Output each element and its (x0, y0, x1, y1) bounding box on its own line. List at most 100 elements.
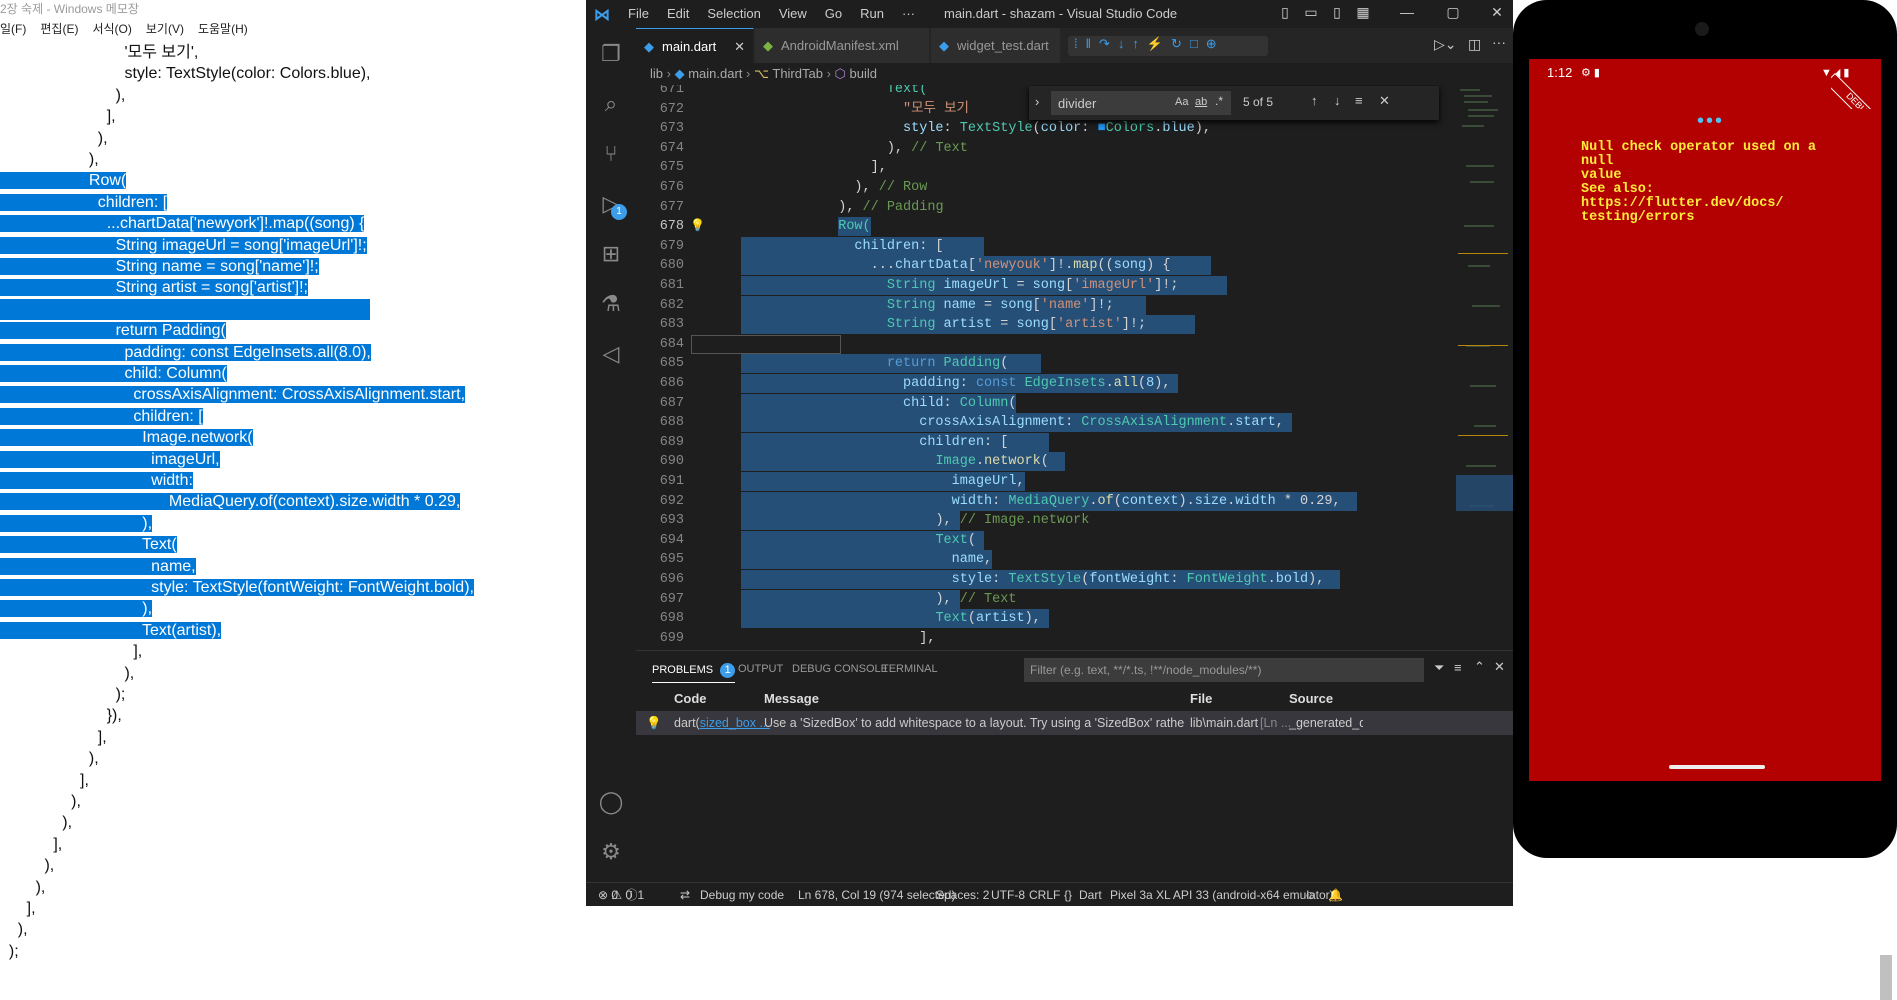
notepad-line: Text(artist), (0, 620, 222, 641)
close-icon[interactable]: ✕ (1488, 4, 1506, 22)
breadcrumb-build[interactable]: build (850, 66, 877, 81)
split-editor-icon[interactable]: ◫ (1468, 36, 1481, 53)
notepad-menu-item[interactable]: 도움말(H) (198, 20, 248, 40)
next-match-icon[interactable]: ↓ (1334, 93, 1341, 108)
menu-view[interactable]: View (779, 6, 807, 21)
more-actions-icon[interactable]: ··· (1492, 34, 1506, 50)
maximize-icon[interactable]: ▢ (1444, 4, 1462, 22)
toggle-secondary-sidebar-icon[interactable]: ▯ (1328, 4, 1346, 22)
android-icon: ◆ (763, 38, 773, 53)
code-line: 674 ), // Text (636, 139, 1456, 158)
debug-toolbar[interactable]: ⁞‖↷↓↑⚡↻□⊕ (1068, 36, 1268, 56)
breadcrumb-thirdtab[interactable]: ThirdTab (772, 66, 823, 81)
tab-terminal[interactable]: TERMINAL (882, 663, 938, 675)
phone-screen[interactable]: 1:12 ⚙ ▮ ▼◢ ▮ DEBUG ••• Null check opera… (1529, 59, 1881, 781)
tab-output[interactable]: OUTPUT (738, 663, 783, 675)
encoding-status[interactable]: UTF-8 (991, 883, 1025, 907)
home-gesture-bar[interactable] (1669, 765, 1765, 769)
menu-selection[interactable]: Selection (707, 6, 760, 21)
breadcrumb: lib › ◆ main.dart › ⌥ ThirdTab › ⬡ build (650, 66, 877, 81)
extensions-icon[interactable]: ⊞ (597, 240, 625, 268)
code-line: 678 💡 Row( (636, 217, 1456, 237)
collapse-all-icon[interactable]: ≡ (1454, 660, 1462, 675)
breadcrumb-main-dart[interactable]: main.dart (688, 66, 742, 81)
cursor-position[interactable]: Ln 678, Col 19 (974 selected) (798, 883, 955, 907)
tab-main-dart[interactable]: ◆ main.dart ✕ (636, 28, 754, 63)
status-bar: ⊗ 0 ⚠ 0 ⓘ 1 ⇄ Debug my code Ln 678, Col … (586, 882, 1513, 906)
notepad-menu-item[interactable]: 서식(O) (92, 20, 131, 40)
code-text: ...chartData['newyouk']!.map((song) { (870, 258, 1171, 274)
code-line: 697 ), // Text (636, 589, 1456, 609)
regex-toggle[interactable]: .* (1215, 94, 1223, 108)
desktop-scrollbar-thumb[interactable] (1880, 955, 1892, 1000)
class-icon: ⌥ (754, 66, 769, 81)
indent-status[interactable]: Spaces: 2 (936, 883, 989, 907)
toggle-replace-icon[interactable]: › (1035, 94, 1039, 109)
line-number: 686 (659, 376, 684, 391)
lightbulb-icon[interactable]: 💡 (690, 217, 705, 236)
menu-go[interactable]: Go (825, 6, 842, 21)
menu-run[interactable]: Run (860, 6, 884, 21)
toggle-panel-icon[interactable]: ▭ (1302, 4, 1320, 22)
notepad-menu-item[interactable]: 일(F) (0, 20, 26, 40)
toggle-sidebar-icon[interactable]: ▯ (1276, 4, 1294, 22)
lightbulb-icon[interactable]: 💡 (646, 711, 662, 735)
language-status[interactable]: Dart (1079, 883, 1102, 907)
notepad-menu-item[interactable]: 편집(E) (40, 20, 78, 40)
match-case-toggle[interactable]: Aa (1175, 96, 1188, 108)
debug-status-icon[interactable]: ⇄ (680, 883, 690, 907)
explorer-icon[interactable]: ❐ (597, 40, 625, 68)
eol-status[interactable]: CRLF (1029, 883, 1060, 907)
code-text: width: MediaQuery.of(context).size.width… (951, 493, 1341, 509)
tab-label: main.dart (662, 39, 717, 54)
whole-word-toggle[interactable]: ab (1195, 96, 1207, 108)
camera-icon (1695, 22, 1709, 36)
tab-widget-test[interactable]: ◆ widget_test.dart (931, 28, 1061, 63)
tab-android-manifest[interactable]: ◆ AndroidManifest.xml (755, 28, 930, 63)
problem-code-link[interactable]: sized_box ... (700, 716, 770, 730)
source-control-icon[interactable]: ⑂ (597, 140, 625, 168)
run-icon[interactable]: ▷⌄ (1434, 36, 1457, 53)
notepad-line: ), (0, 598, 153, 619)
close-tab-icon[interactable]: ✕ (734, 29, 745, 64)
previous-match-icon[interactable]: ↑ (1311, 93, 1318, 108)
tab-problems[interactable]: PROBLEMS 1 (652, 663, 736, 683)
search-icon[interactable]: ⌕ (597, 90, 625, 118)
braces-icon: {} (1064, 888, 1073, 902)
code-editor[interactable]: 671 Text(672 "모두 보기 673 style: TextStyle(… (636, 85, 1456, 650)
customize-layout-icon[interactable]: ▦ (1354, 4, 1372, 22)
filter-icon[interactable]: ⏷ (1434, 660, 1444, 676)
notepad-line: ), (115, 86, 126, 104)
code-line: 695 name, (636, 550, 1456, 570)
problem-row[interactable]: 💡 dart(sized_box ... Use a 'SizedBox' to… (636, 711, 1513, 735)
problems-filter-input[interactable]: Filter (e.g. text, **/*.ts, !**/node_mod… (1024, 658, 1424, 682)
find-in-selection-icon[interactable]: ≡ (1355, 93, 1363, 108)
testing-icon[interactable]: ⚗ (597, 290, 625, 318)
feedback-icon[interactable]: ☺ (1304, 883, 1316, 907)
device-status[interactable]: Pixel 3a XL API 33 (android-x64 emulator… (1110, 883, 1334, 907)
tab-debug-console[interactable]: DEBUG CONSOLE (792, 663, 888, 675)
line-number: 690 (659, 454, 684, 470)
line-number: 682 (659, 297, 684, 313)
debug-config[interactable]: Debug my code (700, 883, 784, 907)
minimize-icon[interactable]: — (1398, 4, 1416, 22)
close-panel-icon[interactable]: ✕ (1494, 659, 1505, 675)
menu-[interactable]: ··· (902, 6, 915, 21)
code-line: 683 String artist = song['artist']!; (636, 315, 1456, 335)
maximize-panel-icon[interactable]: ⌃ (1474, 659, 1485, 675)
breadcrumb-lib[interactable]: lib (650, 66, 663, 81)
flutter-icon[interactable]: ◁ (597, 340, 625, 368)
notifications-bell-icon[interactable]: 🔔 (1328, 883, 1343, 907)
account-icon[interactable]: ◯ (597, 788, 625, 816)
minimap[interactable] (1456, 85, 1513, 650)
notepad-line: ), (124, 664, 135, 682)
notepad-line: }), (106, 707, 122, 725)
settings-gear-icon[interactable]: ⚙ (597, 838, 625, 866)
close-find-icon[interactable]: ✕ (1379, 93, 1390, 109)
code-text: return Padding( (886, 356, 1009, 372)
notepad-menu-item[interactable]: 보기(V) (146, 20, 184, 40)
menu-file[interactable]: File (628, 6, 649, 21)
problems-status[interactable]: ⊗ 0 ⚠ 0 ⓘ 1 (598, 883, 644, 907)
menu-edit[interactable]: Edit (667, 6, 689, 21)
debug-badge: 1 (611, 204, 627, 220)
